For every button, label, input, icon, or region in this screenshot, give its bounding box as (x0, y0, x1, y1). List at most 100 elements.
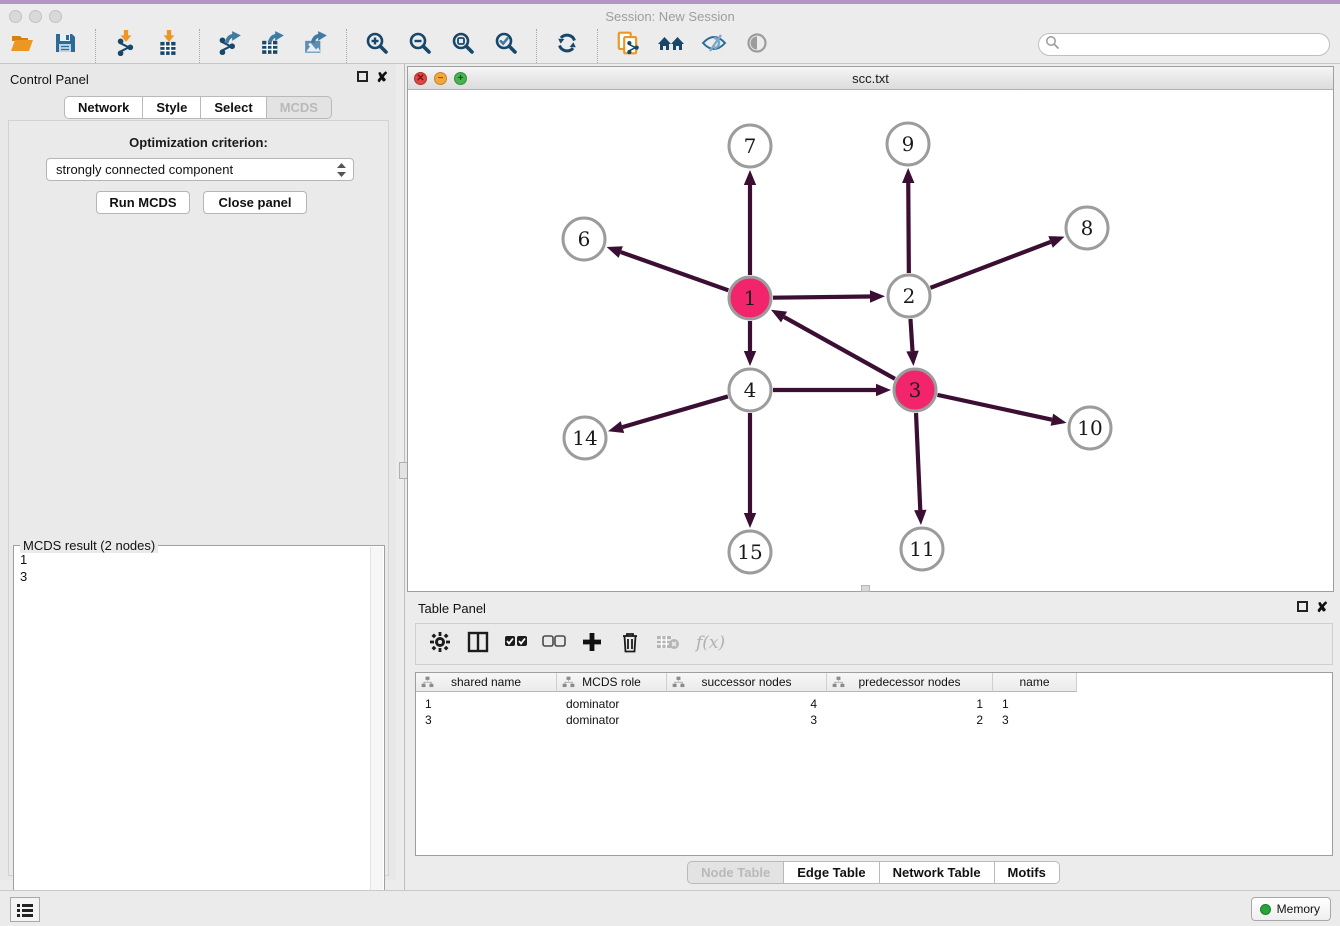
network-window-title: scc.txt (408, 71, 1333, 86)
mcds-result-box: MCDS result (2 nodes) 13 (13, 545, 385, 925)
toggle-panel-columns-icon (467, 631, 489, 658)
tab-motifs[interactable]: Motifs (995, 861, 1060, 884)
float-panel-icon[interactable] (357, 71, 368, 82)
export-table-button[interactable] (259, 31, 287, 61)
column-header-MCDS-role[interactable]: MCDS role (557, 673, 667, 692)
tab-mcds[interactable]: MCDS (267, 96, 332, 119)
graph-node-label: 14 (572, 426, 597, 450)
import-table-button[interactable] (155, 31, 183, 61)
network-canvas[interactable]: 1 2 3 4 6 7 8 9 10 11 14 15 (408, 90, 1333, 591)
save-session-button[interactable] (51, 31, 79, 61)
memory-button[interactable]: Memory (1251, 897, 1331, 921)
graph-edge-4-15[interactable] (744, 413, 756, 528)
graph-node-14[interactable]: 14 (564, 417, 606, 459)
clone-network-button[interactable] (614, 31, 642, 61)
table-cell: dominator (557, 696, 667, 712)
tab-select[interactable]: Select (201, 96, 266, 119)
table-row[interactable]: 1dominator411 (416, 696, 1077, 712)
graph-node-10[interactable]: 10 (1069, 407, 1111, 449)
tab-edge-table[interactable]: Edge Table (784, 861, 879, 884)
float-table-panel-icon[interactable] (1297, 601, 1308, 612)
run-mcds-button[interactable]: Run MCDS (96, 191, 190, 214)
graph-edge-3-10[interactable] (937, 395, 1066, 426)
graph-node-1[interactable]: 1 (729, 277, 771, 319)
close-panel-button[interactable]: Close panel (203, 191, 307, 214)
graph-node-label: 15 (737, 540, 762, 564)
select-all-rows-button[interactable] (504, 631, 528, 657)
network-graph: 1 2 3 4 6 7 8 9 10 11 14 15 (408, 90, 1333, 591)
toolbar-separator (536, 29, 537, 63)
add-column-button[interactable] (580, 631, 604, 657)
function-builder-button: f(x) (694, 631, 728, 657)
export-image-icon (303, 30, 329, 61)
deselect-all-rows-button[interactable] (542, 631, 566, 657)
export-network-button[interactable] (216, 31, 244, 61)
close-panel-icon[interactable]: ✘ (376, 71, 388, 84)
mcds-result-scrollbar[interactable] (370, 547, 383, 923)
hierarchy-icon (562, 676, 575, 692)
graph-node-2[interactable]: 2 (888, 275, 930, 317)
tab-node-table[interactable]: Node Table (687, 861, 784, 884)
mcds-result-text[interactable]: 13 (16, 551, 369, 922)
eye-slash-button[interactable] (700, 31, 728, 61)
graph-edge-2-8[interactable] (930, 236, 1064, 288)
import-network-button[interactable] (112, 31, 140, 61)
graph-node-7[interactable]: 7 (729, 125, 771, 167)
mcds-result-line: 1 (20, 551, 369, 568)
graph-node-9[interactable]: 9 (887, 123, 929, 165)
graph-edge-3-11[interactable] (914, 413, 926, 525)
graph-node-11[interactable]: 11 (901, 528, 943, 570)
graph-edge-4-3[interactable] (773, 384, 891, 396)
zoom-out-button[interactable] (406, 31, 434, 61)
zoom-selected-button[interactable] (492, 31, 520, 61)
graph-edge-4-14[interactable] (608, 396, 728, 433)
tab-style[interactable]: Style (143, 96, 201, 119)
graph-node-8[interactable]: 8 (1066, 207, 1108, 249)
houses-button[interactable] (657, 31, 685, 61)
table-panel-title: Table Panel (418, 601, 486, 616)
refresh-layout-button[interactable] (553, 31, 581, 61)
toggle-panel-columns-button[interactable] (466, 631, 490, 657)
tab-network[interactable]: Network (64, 96, 143, 119)
column-header-successor-nodes[interactable]: successor nodes (667, 673, 827, 692)
graph-edge-1-2[interactable] (773, 290, 885, 302)
table-panel: Table Panel ✘ f(x) shared name MCDS roles… (407, 592, 1340, 890)
graph-edge-2-9[interactable] (902, 168, 914, 273)
graph-edge-1-4[interactable] (744, 321, 756, 366)
graph-node-6[interactable]: 6 (563, 218, 605, 260)
column-header-name[interactable]: name (993, 673, 1077, 692)
delete-column-button[interactable] (618, 631, 642, 657)
optimization-criterion-select[interactable]: strongly connected component (46, 158, 354, 181)
column-header-label: shared name (451, 675, 521, 689)
toolbar-separator (199, 29, 200, 63)
settings-gear-button[interactable] (428, 631, 452, 657)
table-toolbar: f(x) (415, 623, 1333, 665)
search-box[interactable] (1038, 33, 1330, 56)
table-row[interactable]: 3dominator323 (416, 712, 1077, 728)
graph-node-label: 2 (903, 284, 916, 308)
eye-gray-button[interactable] (743, 31, 771, 61)
column-header-predecessor-nodes[interactable]: predecessor nodes (827, 673, 993, 692)
graph-edge-1-6[interactable] (607, 246, 729, 290)
graph-node-15[interactable]: 15 (729, 531, 771, 573)
export-image-button[interactable] (302, 31, 330, 61)
zoom-out-icon (408, 31, 432, 60)
graph-edge-1-7[interactable] (744, 170, 756, 275)
column-header-label: predecessor nodes (858, 675, 960, 689)
zoom-in-button[interactable] (363, 31, 391, 61)
column-header-shared-name[interactable]: shared name (416, 673, 557, 692)
save-session-icon (53, 31, 77, 60)
task-history-button[interactable] (10, 897, 40, 922)
import-table-icon (156, 30, 182, 61)
search-input[interactable] (1060, 36, 1329, 54)
graph-node-3[interactable]: 3 (894, 369, 936, 411)
graph-node-4[interactable]: 4 (729, 369, 771, 411)
close-table-panel-icon[interactable]: ✘ (1316, 601, 1328, 614)
graph-edge-2-3[interactable] (906, 319, 918, 366)
open-session-button[interactable] (8, 31, 36, 61)
zoom-fit-button[interactable] (449, 31, 477, 61)
function-builder-icon: f(x) (694, 630, 728, 659)
graph-edge-3-1[interactable] (771, 310, 895, 379)
tab-network-table[interactable]: Network Table (880, 861, 995, 884)
horizontal-splitter-handle[interactable] (861, 585, 870, 592)
